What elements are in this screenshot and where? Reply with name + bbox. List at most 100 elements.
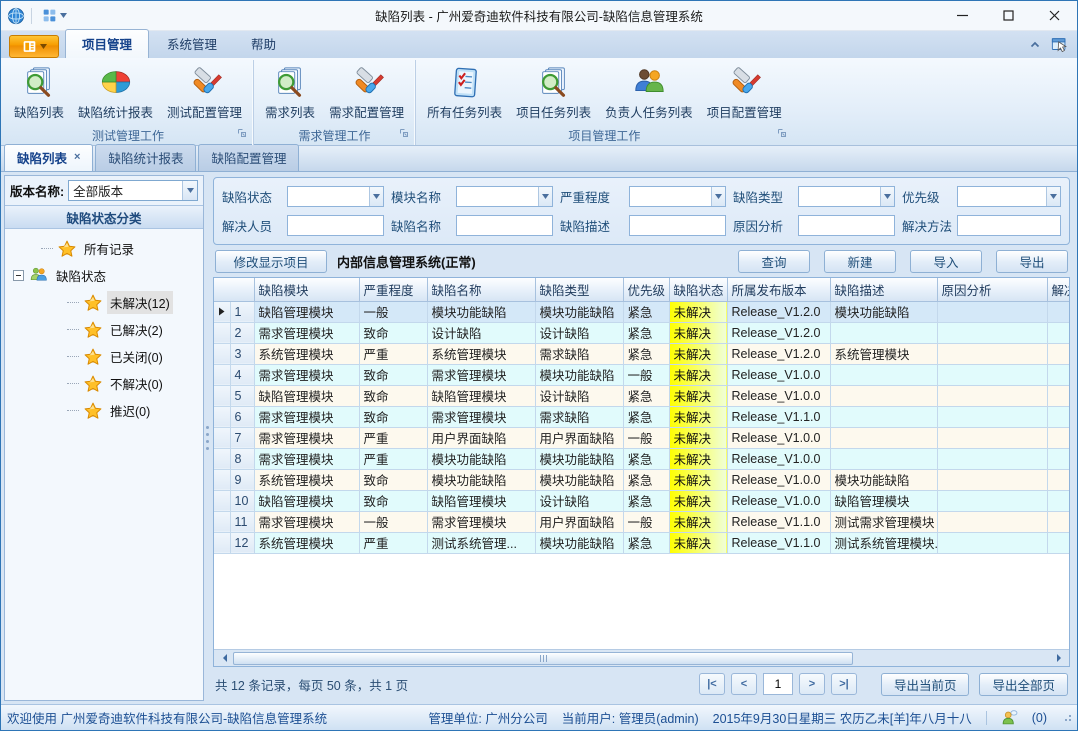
- filter-input-2-3[interactable]: [629, 215, 726, 236]
- column-header-4[interactable]: 缺陷类型: [535, 278, 623, 301]
- filter-select-1-4[interactable]: [798, 186, 895, 207]
- tree-item-4[interactable]: 已解决(2): [5, 316, 203, 343]
- filter-input-2-1[interactable]: [287, 215, 384, 236]
- cell-缺陷描述: [830, 364, 937, 385]
- user-message-icon[interactable]: [1001, 709, 1018, 726]
- table-row[interactable]: 1缺陷管理模块一般模块功能缺陷模块功能缺陷紧急未解决Release_V1.2.0…: [214, 301, 1069, 322]
- column-header-8[interactable]: 缺陷描述: [830, 278, 937, 301]
- column-header-1[interactable]: 缺陷模块: [254, 278, 359, 301]
- close-tab-icon[interactable]: ×: [74, 152, 80, 163]
- table-row[interactable]: 2需求管理模块致命设计缺陷设计缺陷紧急未解决Release_V1.2.0: [214, 322, 1069, 343]
- modify-columns-button[interactable]: 修改显示项目: [215, 250, 327, 273]
- dialog-launcher-icon[interactable]: [237, 127, 247, 141]
- ribbon-button-3-2[interactable]: 项目任务列表: [509, 61, 598, 124]
- next-page-button[interactable]: >: [799, 673, 825, 695]
- horizontal-scrollbar[interactable]: [214, 649, 1069, 666]
- filter-select-caret[interactable]: [538, 187, 552, 206]
- help-window-icon[interactable]: [1051, 36, 1069, 54]
- column-header-2[interactable]: 严重程度: [359, 278, 427, 301]
- cell-缺陷类型: 模块功能缺陷: [535, 448, 623, 469]
- close-button[interactable]: [1031, 1, 1077, 30]
- column-header-9[interactable]: 原因分析: [937, 278, 1047, 301]
- dialog-launcher-icon[interactable]: [399, 127, 409, 141]
- ribbon-button-2-2[interactable]: 需求配置管理: [322, 61, 411, 124]
- page-number-input[interactable]: [763, 673, 793, 695]
- filter-input-2-4[interactable]: [798, 215, 895, 236]
- cell-缺陷状态: 未解决: [669, 511, 727, 532]
- filter-select-caret[interactable]: [880, 187, 894, 206]
- table-row[interactable]: 8需求管理模块严重模块功能缺陷模块功能缺陷紧急未解决Release_V1.0.0: [214, 448, 1069, 469]
- layout-switch-button[interactable]: [38, 6, 71, 25]
- ribbon-button-2-1[interactable]: 需求列表: [258, 61, 322, 124]
- filter-label-1-1: 缺陷状态: [222, 187, 280, 206]
- tree-item-3[interactable]: 未解决(12): [5, 289, 203, 316]
- last-page-button[interactable]: >|: [831, 673, 857, 695]
- filter-select-caret[interactable]: [369, 187, 383, 206]
- filter-select-caret[interactable]: [711, 187, 725, 206]
- filter-select-1-5[interactable]: [957, 186, 1061, 207]
- column-header-3[interactable]: 缺陷名称: [427, 278, 535, 301]
- version-select[interactable]: 全部版本: [68, 180, 198, 201]
- scrollbar-thumb[interactable]: [233, 652, 853, 665]
- table-row[interactable]: 3系统管理模块严重系统管理模块需求缺陷紧急未解决Release_V1.2.0系统…: [214, 343, 1069, 364]
- column-header-6[interactable]: 缺陷状态: [669, 278, 727, 301]
- table-row[interactable]: 4需求管理模块致命需求管理模块模块功能缺陷一般未解决Release_V1.0.0: [214, 364, 1069, 385]
- filter-input-2-2[interactable]: [456, 215, 553, 236]
- tree-item-1[interactable]: 所有记录: [5, 235, 203, 262]
- table-row[interactable]: 7需求管理模块严重用户界面缺陷用户界面缺陷一般未解决Release_V1.0.0: [214, 427, 1069, 448]
- column-header-7[interactable]: 所属发布版本: [727, 278, 830, 301]
- table-row[interactable]: 10缺陷管理模块致命缺陷管理模块设计缺陷紧急未解决Release_V1.0.0缺…: [214, 490, 1069, 511]
- tree-expander-icon[interactable]: [13, 270, 24, 281]
- filter-select-caret[interactable]: [1046, 187, 1060, 206]
- document-tab-2[interactable]: 缺陷统计报表: [95, 144, 196, 171]
- scroll-left-arrow[interactable]: [214, 650, 231, 666]
- ribbon-button-1-2[interactable]: 缺陷统计报表: [71, 61, 160, 124]
- minimize-button[interactable]: [939, 1, 985, 30]
- export-current-page-button[interactable]: 导出当前页: [881, 673, 970, 696]
- table-row[interactable]: 12系统管理模块严重测试系统管理...模块功能缺陷紧急未解决Release_V1…: [214, 532, 1069, 553]
- document-tab-3[interactable]: 缺陷配置管理: [198, 144, 299, 171]
- scroll-right-arrow[interactable]: [1052, 650, 1069, 666]
- cell-所属发布版本: Release_V1.2.0: [727, 343, 830, 364]
- toolbar-action-1[interactable]: 查询: [738, 250, 810, 273]
- tree-panel-header: 缺陷状态分类: [5, 205, 203, 229]
- table-row[interactable]: 6需求管理模块致命需求管理模块需求缺陷紧急未解决Release_V1.1.0: [214, 406, 1069, 427]
- export-all-pages-button[interactable]: 导出全部页: [979, 673, 1068, 696]
- maximize-button[interactable]: [985, 1, 1031, 30]
- ribbon-tab-3[interactable]: 帮助: [235, 30, 292, 58]
- first-page-button[interactable]: |<: [699, 673, 725, 695]
- tree-item-6[interactable]: 不解决(0): [5, 370, 203, 397]
- star-icon: [84, 348, 102, 366]
- ribbon-button-3-1[interactable]: 所有任务列表: [420, 61, 509, 124]
- toolbar-action-4[interactable]: 导出: [996, 250, 1068, 273]
- tree-item-2[interactable]: 缺陷状态: [5, 262, 203, 289]
- toolbar-action-3[interactable]: 导入: [910, 250, 982, 273]
- dialog-launcher-icon[interactable]: [777, 127, 787, 141]
- ribbon-tab-2[interactable]: 系统管理: [151, 30, 233, 58]
- ribbon-tab-1[interactable]: 项目管理: [65, 29, 149, 58]
- table-row[interactable]: 9系统管理模块致命模块功能缺陷模块功能缺陷紧急未解决Release_V1.0.0…: [214, 469, 1069, 490]
- tree-item-7[interactable]: 推迟(0): [5, 397, 203, 424]
- document-tab-1[interactable]: 缺陷列表×: [4, 144, 93, 171]
- ribbon-button-label: 项目配置管理: [707, 102, 782, 121]
- application-menu-button[interactable]: [9, 35, 59, 58]
- panel-splitter[interactable]: [204, 175, 211, 701]
- toolbar-action-2[interactable]: 新建: [824, 250, 896, 273]
- ribbon-button-3-3[interactable]: 负责人任务列表: [598, 61, 700, 124]
- prev-page-button[interactable]: <: [731, 673, 757, 695]
- filter-select-1-3[interactable]: [629, 186, 726, 207]
- ribbon-button-1-1[interactable]: 缺陷列表: [7, 61, 71, 124]
- collapse-ribbon-button[interactable]: [1029, 39, 1041, 51]
- ribbon-button-3-4[interactable]: 项目配置管理: [700, 61, 789, 124]
- column-header-10[interactable]: 解决方法: [1047, 278, 1069, 301]
- ribbon-button-1-3[interactable]: 测试配置管理: [160, 61, 249, 124]
- filter-input-2-5[interactable]: [957, 215, 1061, 236]
- table-row[interactable]: 11需求管理模块一般需求管理模块用户界面缺陷一般未解决Release_V1.1.…: [214, 511, 1069, 532]
- filter-select-1-2[interactable]: [456, 186, 553, 207]
- filter-select-1-1[interactable]: [287, 186, 384, 207]
- version-select-caret[interactable]: [182, 181, 197, 200]
- column-header-5[interactable]: 优先级: [623, 278, 669, 301]
- tree-item-5[interactable]: 已关闭(0): [5, 343, 203, 370]
- resize-grip[interactable]: [1065, 715, 1071, 721]
- table-row[interactable]: 5缺陷管理模块致命缺陷管理模块设计缺陷紧急未解决Release_V1.0.0: [214, 385, 1069, 406]
